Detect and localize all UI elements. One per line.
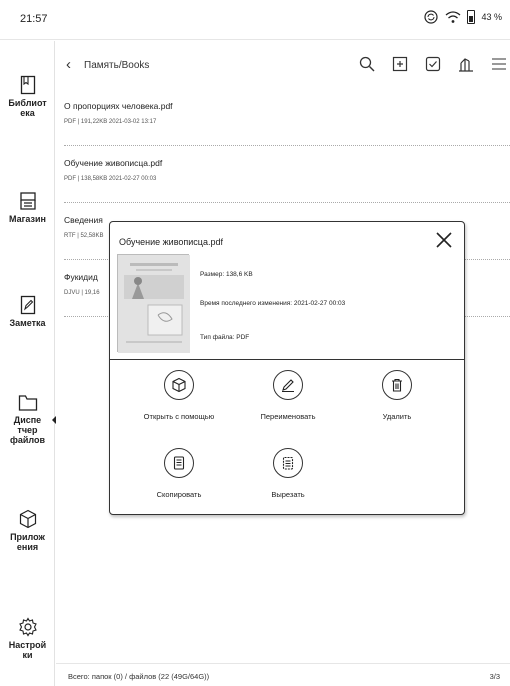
copy-label: Скопировать (156, 490, 202, 499)
sidebar-item-label: Прилож ения (10, 532, 45, 552)
file-name: Обучение живописца.pdf (64, 158, 163, 168)
sidebar-item-store[interactable]: Магазин (0, 191, 55, 224)
open-with-label: Открыть с помощью (143, 412, 215, 421)
copy-button[interactable]: Скопировать (124, 448, 234, 502)
book-cover-thumbnail (117, 254, 190, 353)
cut-label: Вырезать (271, 490, 305, 499)
sidebar-item-apps[interactable]: Прилож ения (0, 509, 55, 552)
file-meta: DJVU | 19,16 (64, 290, 100, 296)
dialog-divider (110, 359, 464, 360)
dialog-title: Обучение живописца.pdf (119, 237, 223, 247)
file-size: Размер: 138,6 KB (200, 271, 253, 278)
apps-cube-icon (19, 509, 36, 529)
open-with-button[interactable]: Открыть с помощью (124, 370, 234, 424)
list-item[interactable]: Обучение живописца.pdf PDF | 138,58KB 20… (64, 146, 510, 203)
open-with-cube-icon (164, 370, 194, 400)
footer: Всего: папок (0) / файлов (22 (49G/64G))… (56, 663, 510, 686)
storage-summary: Всего: папок (0) / файлов (22 (49G/64G)) (68, 672, 210, 681)
select-checkbox-icon[interactable] (424, 55, 442, 73)
file-meta: PDF | 138,58KB 2021-02-27 00:03 (64, 176, 157, 182)
file-name: О пропорциях человека.pdf (64, 101, 173, 111)
battery-icon (467, 10, 476, 24)
sidebar-item-settings[interactable]: Настрой ки (0, 617, 55, 660)
trash-icon (382, 370, 412, 400)
page-indicator: 3/3 (489, 672, 500, 681)
note-pencil-icon (20, 295, 35, 315)
status-time: 21:57 (20, 13, 48, 25)
menu-icon[interactable] (490, 55, 508, 73)
close-icon[interactable] (434, 230, 454, 250)
sidebar-item-file-manager[interactable]: Диспе тчер файлов (0, 394, 56, 445)
sidebar-item-label: Магазин (9, 214, 46, 224)
sidebar-item-label: Диспе тчер файлов (9, 415, 46, 445)
store-icon (19, 192, 36, 210)
file-name: Фукидид (64, 272, 98, 282)
file-modified: Время последнего изменения: 2021-02-27 0… (200, 300, 346, 307)
sort-icon[interactable] (457, 55, 475, 73)
search-icon[interactable] (358, 55, 376, 73)
delete-button[interactable]: Удалить (342, 370, 452, 424)
folder-icon (18, 395, 37, 411)
breadcrumb[interactable]: Память/Books (84, 60, 149, 71)
pencil-icon (273, 370, 303, 400)
file-meta: PDF | 191,22KB 2021-03-02 13:17 (64, 119, 157, 125)
rename-label: Переименовать (260, 412, 316, 421)
sync-icon (424, 10, 439, 24)
book-icon (20, 75, 35, 95)
status-icons: 43 % (423, 9, 502, 25)
sidebar-item-notes[interactable]: Заметка (0, 295, 55, 328)
new-folder-icon[interactable] (391, 55, 409, 73)
list-item[interactable]: О пропорциях человека.pdf PDF | 191,22KB… (64, 89, 510, 146)
file-actions-dialog: Обучение живописца.pdf Размер: 138,6 KB … (109, 221, 465, 515)
file-name: Сведения (64, 215, 103, 225)
sidebar-item-label: Библиот ека (8, 98, 47, 118)
sidebar-item-label: Заметка (9, 318, 46, 328)
sidebar-item-library[interactable]: Библиот ека (0, 75, 55, 118)
rename-button[interactable]: Переименовать (233, 370, 343, 424)
battery-percent: 43 % (481, 12, 502, 22)
sidebar-item-label: Настрой ки (8, 640, 47, 660)
cut-clipboard-icon (273, 448, 303, 478)
cut-button[interactable]: Вырезать (233, 448, 343, 502)
back-chevron-icon[interactable]: ‹ (66, 56, 71, 73)
file-type: Тип файла: PDF (200, 334, 250, 341)
toolbar (358, 55, 508, 73)
copy-icon (164, 448, 194, 478)
gear-icon (18, 617, 37, 637)
sidebar: Библиот ека Магазин Заметка Диспе тчер ф… (0, 41, 56, 686)
delete-label: Удалить (382, 412, 412, 421)
file-meta: RTF | 52,58KB (64, 233, 104, 239)
header: ‹ Память/Books (56, 41, 510, 86)
wifi-icon (446, 11, 461, 23)
status-bar: 21:57 43 % (0, 0, 510, 40)
